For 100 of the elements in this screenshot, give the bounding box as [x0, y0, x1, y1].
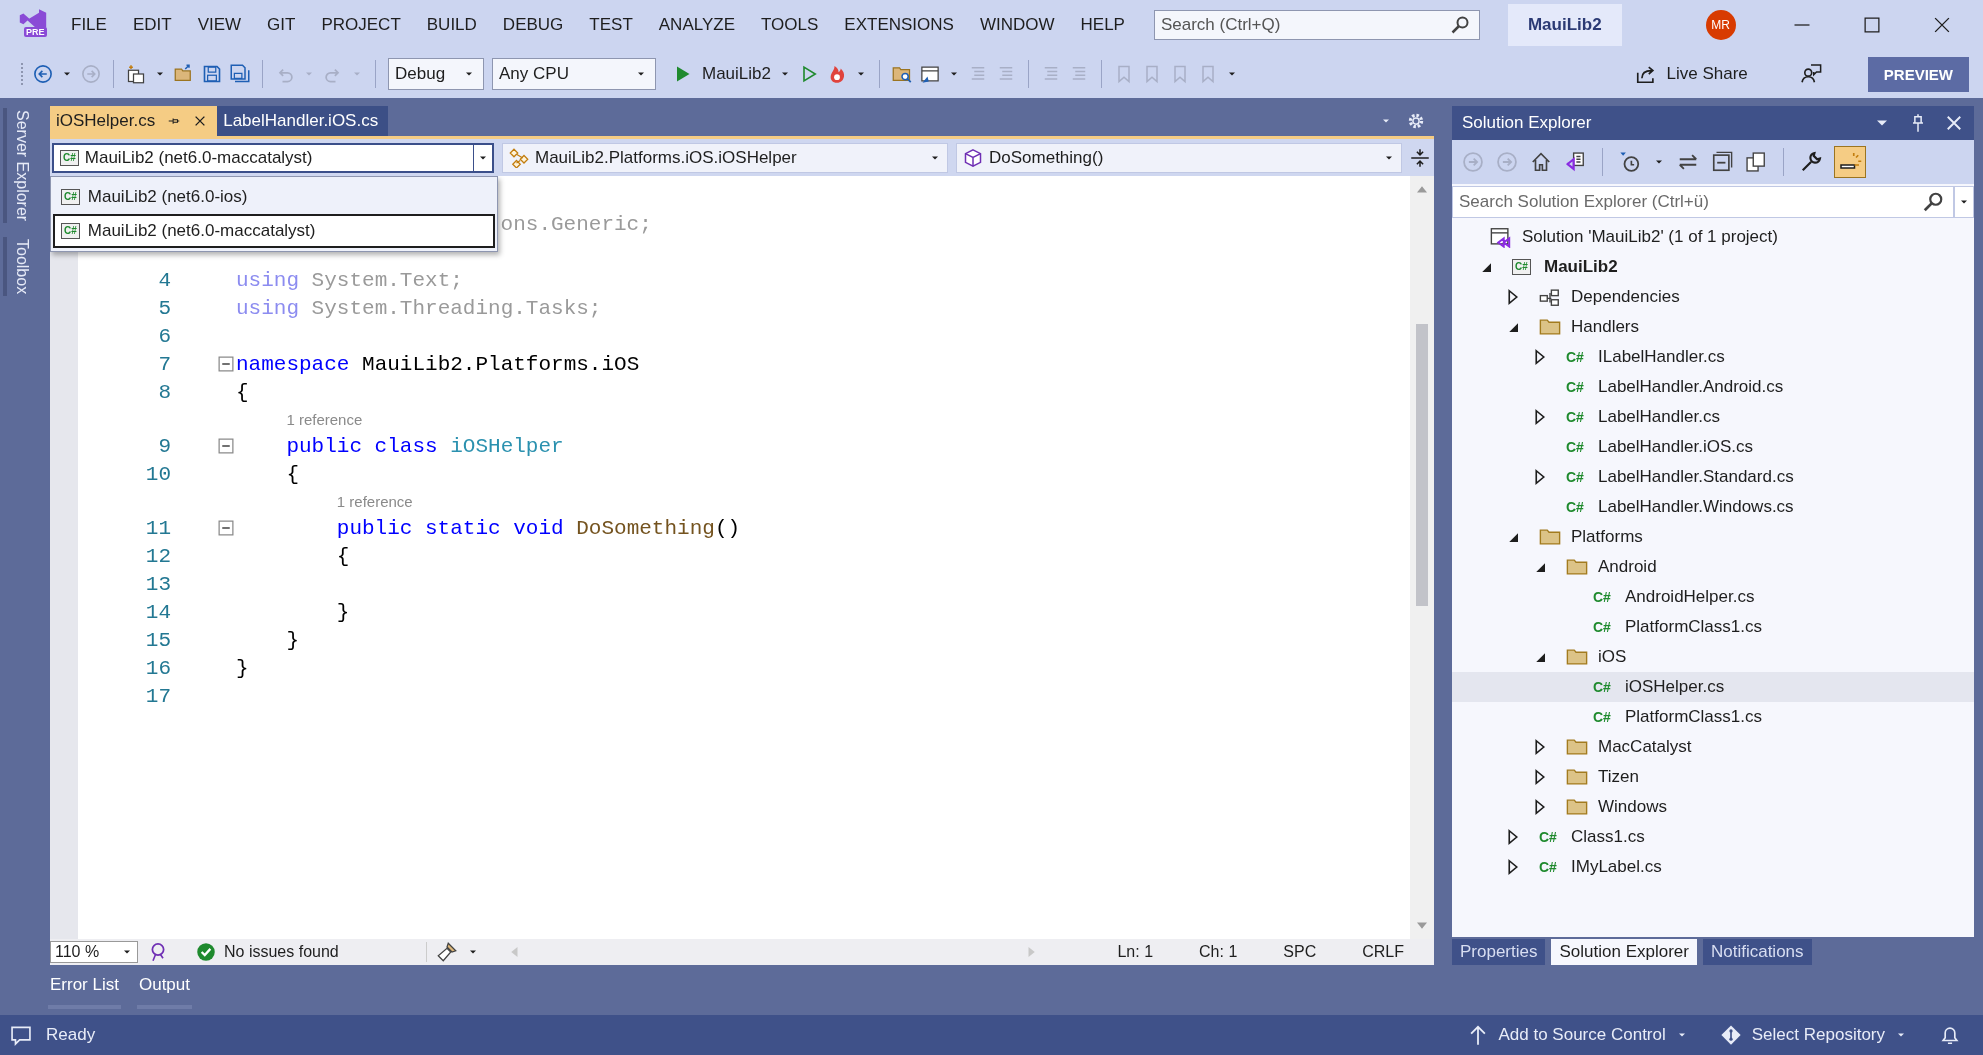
tool-window-tab[interactable]: Error List: [48, 971, 121, 1009]
scrollbar-thumb[interactable]: [1416, 324, 1428, 606]
open-folder-icon[interactable]: [174, 64, 194, 84]
document-tab[interactable]: iOSHelper.cs: [50, 106, 218, 136]
menu-item[interactable]: BUILD: [413, 9, 490, 41]
panel-tab[interactable]: Properties: [1452, 939, 1546, 965]
save-all-icon[interactable]: [230, 64, 250, 84]
tab-title[interactable]: LabelHandler.iOS.cs: [223, 111, 379, 131]
settings-icon[interactable]: [1406, 111, 1426, 131]
platform-dropdown[interactable]: Any CPU: [492, 58, 656, 90]
tree-item[interactable]: C# AndroidHelper.cs: [1452, 582, 1974, 612]
live-share-button[interactable]: Live Share: [1634, 63, 1748, 85]
menu-item[interactable]: VIEW: [184, 9, 255, 41]
tree-item[interactable]: C# iOSHelper.cs: [1452, 672, 1974, 702]
class-icon: [509, 147, 529, 168]
start-button[interactable]: MauiLib2: [672, 64, 771, 84]
feedback-icon[interactable]: [1799, 63, 1822, 85]
maximize-icon[interactable]: [1861, 15, 1882, 35]
tree-item[interactable]: Dependencies: [1452, 282, 1974, 312]
tree-item[interactable]: C# LabelHandler.Windows.cs: [1452, 492, 1974, 522]
save-icon[interactable]: [202, 64, 222, 84]
collapse-icon[interactable]: [216, 354, 236, 374]
bell-icon[interactable]: [1939, 1024, 1961, 1046]
preview-toggle[interactable]: [1834, 146, 1866, 178]
menu-item[interactable]: EDIT: [119, 9, 185, 41]
line-number: 8: [158, 380, 171, 404]
line-number: 10: [145, 462, 171, 486]
tree-item[interactable]: C# PlatformClass1.cs: [1452, 702, 1974, 732]
tool-window-tab[interactable]: Output: [136, 971, 192, 1009]
switch-views-icon[interactable]: [1564, 151, 1586, 173]
cleanup-icon[interactable]: [437, 942, 457, 962]
tree-item[interactable]: C# LabelHandler.iOS.cs: [1452, 432, 1974, 462]
line-ending-indicator[interactable]: CRLF: [1362, 943, 1404, 961]
tree-item[interactable]: Platforms: [1452, 522, 1974, 552]
preview-button[interactable]: PREVIEW: [1867, 56, 1969, 92]
close-icon[interactable]: [1944, 113, 1964, 133]
tree-item[interactable]: C# IMyLabel.cs: [1452, 852, 1974, 882]
tree-item[interactable]: MacCatalyst: [1452, 732, 1974, 762]
comment-icon[interactable]: [10, 1024, 32, 1046]
copy-icon[interactable]: [1745, 151, 1767, 173]
menu-item[interactable]: PROJECT: [308, 9, 414, 41]
tree-item[interactable]: Tizen: [1452, 762, 1974, 792]
collapse-icon[interactable]: [216, 518, 236, 538]
menu-item[interactable]: GIT: [254, 9, 309, 41]
folder-icon: [1566, 766, 1588, 788]
menu-item[interactable]: DEBUG: [489, 9, 577, 41]
tree-item[interactable]: Android: [1452, 552, 1974, 582]
panel-tab[interactable]: Notifications: [1702, 939, 1812, 965]
menu-item[interactable]: WINDOW: [966, 9, 1068, 41]
codelens-reference[interactable]: 1 reference: [286, 410, 363, 428]
tree-item[interactable]: C# LabelHandler.cs: [1452, 402, 1974, 432]
issues-status[interactable]: No issues found: [224, 943, 339, 961]
line-indicator[interactable]: Ln: 1: [1117, 943, 1154, 961]
menu-item[interactable]: ANALYZE: [645, 9, 748, 41]
collapse-icon[interactable]: [216, 436, 236, 456]
menu-item[interactable]: TEST: [576, 9, 646, 41]
menu-item[interactable]: FILE: [58, 9, 120, 41]
tree-item[interactable]: Handlers: [1452, 312, 1974, 342]
menu-item[interactable]: EXTENSIONS: [831, 9, 967, 41]
new-item-icon[interactable]: [126, 64, 146, 84]
codelens-reference[interactable]: 1 reference: [336, 492, 413, 510]
tree-item[interactable]: C# LabelHandler.Standard.cs: [1452, 462, 1974, 492]
type-dropdown[interactable]: MauiLib2.Platforms.iOS.iOSHelper: [502, 142, 948, 173]
tree-item[interactable]: Windows: [1452, 792, 1974, 822]
tree-item[interactable]: C# PlatformClass1.cs: [1452, 612, 1974, 642]
csharp-file-icon: C#: [1566, 349, 1584, 365]
document-tab[interactable]: LabelHandler.iOS.cs: [217, 106, 389, 136]
tree-item[interactable]: Solution 'MauiLib2' (1 of 1 project): [1452, 222, 1974, 252]
split-icon[interactable]: [1410, 147, 1430, 168]
side-tab[interactable]: Server Explorer: [3, 108, 37, 224]
dropdown-option[interactable]: C# MauiLib2 (net6.0-ios): [53, 180, 495, 214]
dropdown-option[interactable]: C# MauiLib2 (net6.0-maccatalyst): [53, 214, 495, 248]
tree-item[interactable]: C# MauiLib2: [1452, 252, 1974, 282]
tree-item[interactable]: C# Class1.cs: [1452, 822, 1974, 852]
tree-item[interactable]: C# ILabelHandler.cs: [1452, 342, 1974, 372]
menu-item[interactable]: HELP: [1067, 9, 1138, 41]
tree-item[interactable]: C# LabelHandler.Android.cs: [1452, 372, 1974, 402]
menu-item[interactable]: TOOLS: [748, 9, 832, 41]
member-dropdown[interactable]: DoSomething(): [956, 142, 1402, 173]
user-avatar[interactable]: MR: [1705, 10, 1736, 40]
clock-icon[interactable]: [1619, 151, 1641, 173]
tree-item[interactable]: iOS: [1452, 642, 1974, 672]
search-field[interactable]: Search (Ctrl+Q): [1153, 10, 1480, 40]
home-icon[interactable]: [1530, 151, 1552, 173]
project-dropdown[interactable]: C# MauiLib2 (net6.0-maccatalyst): [52, 142, 494, 173]
column-indicator[interactable]: Ch: 1: [1199, 943, 1238, 961]
configuration-dropdown[interactable]: Debug: [388, 58, 484, 90]
panel-tab[interactable]: Solution Explorer: [1551, 939, 1697, 965]
whitespace-indicator[interactable]: SPC: [1283, 943, 1317, 961]
source-control-button[interactable]: Add to Source Control: [1466, 1024, 1688, 1046]
tab-title[interactable]: iOSHelper.cs: [56, 111, 156, 131]
wrench-icon[interactable]: [1800, 151, 1822, 173]
back-icon[interactable]: [33, 64, 53, 84]
search-field[interactable]: Search Solution Explorer (Ctrl+ü): [1452, 186, 1954, 218]
collapse-all-icon[interactable]: [1711, 151, 1733, 173]
zoom-dropdown[interactable]: 110 %: [50, 941, 138, 963]
folder-search-icon[interactable]: [892, 64, 912, 84]
browser-icon[interactable]: [920, 64, 940, 84]
side-tab[interactable]: Toolbox: [3, 237, 37, 297]
repository-button[interactable]: Select Repository: [1719, 1024, 1907, 1046]
